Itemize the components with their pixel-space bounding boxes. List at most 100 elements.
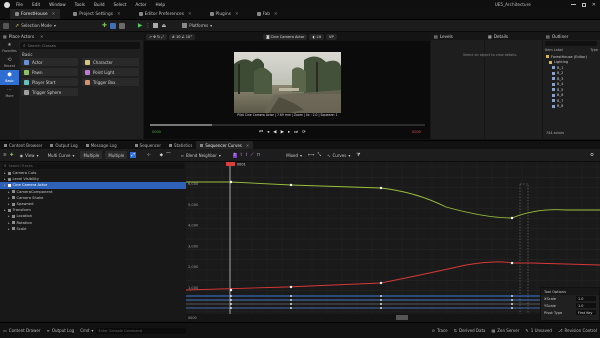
- menu-item-window[interactable]: Window: [49, 2, 66, 7]
- keyframe[interactable]: [230, 303, 232, 305]
- platforms-button[interactable]: Platforms ▾: [179, 22, 215, 30]
- actor-item[interactable]: Actor: [21, 58, 78, 66]
- transform-tools[interactable]: ➚ ✥ ↻ ⤢: [146, 34, 167, 40]
- loop-icon[interactable]: ⟳: [302, 130, 306, 135]
- tool-option-value[interactable]: 1.0: [576, 296, 596, 301]
- close-icon[interactable]: ✕: [592, 2, 596, 8]
- keyframe[interactable]: [230, 299, 232, 301]
- keyframe[interactable]: [380, 295, 382, 297]
- add-track-icon[interactable]: ✚: [10, 153, 14, 158]
- keyframe[interactable]: [290, 295, 292, 297]
- close-tab-icon[interactable]: ✕: [117, 12, 121, 17]
- output-log-button[interactable]: ≡ Output Log: [44, 328, 78, 333]
- jump-start-icon[interactable]: ⏮: [259, 129, 263, 135]
- category-basic[interactable]: ⬢ Basic: [0, 70, 19, 85]
- tangent-auto-icon[interactable]: ⌇: [232, 152, 238, 158]
- keyframe[interactable]: [511, 307, 513, 309]
- play-icon[interactable]: ▶: [138, 22, 143, 29]
- tangent-linear-icon[interactable]: ⟋: [251, 152, 254, 158]
- doc-tab-3[interactable]: Plugins ✕: [205, 9, 244, 19]
- settings-icon[interactable]: ⚙: [590, 153, 594, 158]
- playhead-marker[interactable]: [226, 162, 235, 166]
- curves-dropdown[interactable]: ∿ Curves ▾: [324, 151, 353, 159]
- close-tab-icon[interactable]: ✕: [235, 12, 239, 17]
- keyframe[interactable]: [511, 295, 513, 297]
- expand-arrow-icon[interactable]: ▸: [8, 221, 10, 225]
- blueprint-icon[interactable]: [109, 22, 116, 29]
- filter-icon[interactable]: ≡: [3, 153, 7, 158]
- add-icon[interactable]: ✚: [102, 22, 107, 29]
- view-mode-button[interactable]: ◐ Lit: [309, 34, 325, 40]
- zen-server-button[interactable]: ▦ Zen Server: [488, 328, 522, 333]
- menu-item-select[interactable]: Select: [113, 2, 126, 7]
- keyframe[interactable]: [380, 299, 382, 301]
- keyframe[interactable]: [289, 285, 293, 289]
- keyframe[interactable]: [380, 303, 382, 305]
- keyframe[interactable]: [290, 299, 292, 301]
- close-tab-icon[interactable]: ✕: [274, 12, 278, 17]
- close-tab-icon[interactable]: ✕: [52, 12, 56, 17]
- multiple-dropdown-1[interactable]: Multiple: [80, 151, 103, 159]
- keyframe[interactable]: [290, 307, 292, 309]
- play-options-icon[interactable]: ⋮: [145, 23, 150, 29]
- snap-icon[interactable]: ⊹: [147, 153, 151, 158]
- actor-item[interactable]: Point Light: [82, 68, 139, 76]
- actor-item[interactable]: Player Start: [21, 78, 78, 86]
- range-bar[interactable]: [186, 314, 600, 321]
- expand-arrow-icon[interactable]: ▸: [4, 171, 6, 175]
- keyframe[interactable]: [511, 303, 513, 305]
- menu-item-tools[interactable]: Tools: [75, 2, 85, 7]
- menu-item-help[interactable]: Help: [155, 2, 165, 7]
- outliner-search-input[interactable]: [545, 41, 597, 46]
- actor-item[interactable]: Character: [82, 58, 139, 66]
- trace-button[interactable]: ⊙ Trace: [429, 328, 451, 333]
- doc-tab-1[interactable]: Project Settings ✕: [68, 9, 125, 19]
- menu-item-edit[interactable]: Edit: [32, 2, 40, 7]
- category-favorites[interactable]: ★ Favorites: [0, 40, 19, 55]
- blend-neighbor-dropdown[interactable]: ≈ Blend Neighbor ▾: [178, 151, 224, 159]
- curve-graph-svg[interactable]: 6,0005,0004,0003,0002,0001,0000001000000…: [186, 162, 600, 321]
- keyframe[interactable]: [230, 307, 232, 309]
- keyframe[interactable]: [510, 216, 514, 220]
- keyframe[interactable]: [230, 295, 232, 297]
- curve-location-x[interactable]: [186, 261, 600, 291]
- close-tab-icon[interactable]: ✕: [246, 143, 249, 148]
- track-search-input[interactable]: ⌕ Search Tracks: [2, 163, 184, 169]
- play-icon[interactable]: ▶: [281, 130, 284, 135]
- eject-icon[interactable]: ⏏: [161, 23, 166, 29]
- minimize-icon[interactable]: [570, 4, 576, 5]
- menu-item-actor[interactable]: Actor: [135, 2, 146, 7]
- keyframe[interactable]: [379, 281, 383, 285]
- filter-curves-icon[interactable]: ⧩: [356, 152, 360, 158]
- keyframe[interactable]: [229, 180, 233, 184]
- jump-end-icon[interactable]: ⏭: [294, 129, 298, 135]
- outliner-item[interactable]: B_8: [546, 104, 598, 110]
- cmd-dropdown[interactable]: Cmd ▾: [77, 328, 96, 333]
- close-tab-icon[interactable]: ✕: [188, 12, 192, 17]
- level-viewport[interactable]: ➚ ✥ ↻ ⤢ #10 ∠ 10° ◙ Cine Camera Actor ◐ L…: [144, 33, 430, 139]
- actor-item[interactable]: Trigger Sphere: [21, 88, 78, 96]
- next-key-icon[interactable]: ▸: [288, 130, 290, 135]
- expand-arrow-icon[interactable]: ▸: [4, 208, 6, 212]
- derived-data-button[interactable]: ⇅ Derived Data: [451, 328, 489, 333]
- keyframe[interactable]: [289, 183, 293, 187]
- stop-icon[interactable]: [153, 23, 159, 28]
- actor-item[interactable]: Trigger Box: [82, 78, 139, 86]
- save-icon[interactable]: [3, 22, 9, 29]
- track-row[interactable]: ▸ Scale: [0, 226, 186, 232]
- doc-tab-0[interactable]: ForestHouse ✕: [10, 9, 61, 19]
- unsaved-button[interactable]: ✎ 1 Unsaved: [522, 328, 555, 333]
- tangent-constant-icon[interactable]: ⊓: [257, 153, 261, 158]
- cinematics-icon[interactable]: [118, 22, 125, 29]
- range-handle[interactable]: [396, 315, 408, 320]
- tangent-break-icon[interactable]: ⌇: [245, 153, 247, 158]
- tool-option-value[interactable]: First Key: [576, 310, 596, 315]
- revision-control-button[interactable]: ⎇ Revision Control: [555, 328, 600, 333]
- doc-tab-4[interactable]: Fab ✕: [252, 9, 283, 19]
- flatten-icon[interactable]: ⟷: [308, 153, 314, 158]
- reverse-icon[interactable]: ◀: [273, 130, 276, 135]
- prev-key-icon[interactable]: ◂: [267, 130, 269, 135]
- curve-graph[interactable]: 6,0005,0004,0003,0002,0001,0000001000000…: [186, 162, 600, 321]
- view-menu-button[interactable]: ◉ View ▾: [17, 151, 42, 159]
- keyframe[interactable]: [510, 261, 514, 265]
